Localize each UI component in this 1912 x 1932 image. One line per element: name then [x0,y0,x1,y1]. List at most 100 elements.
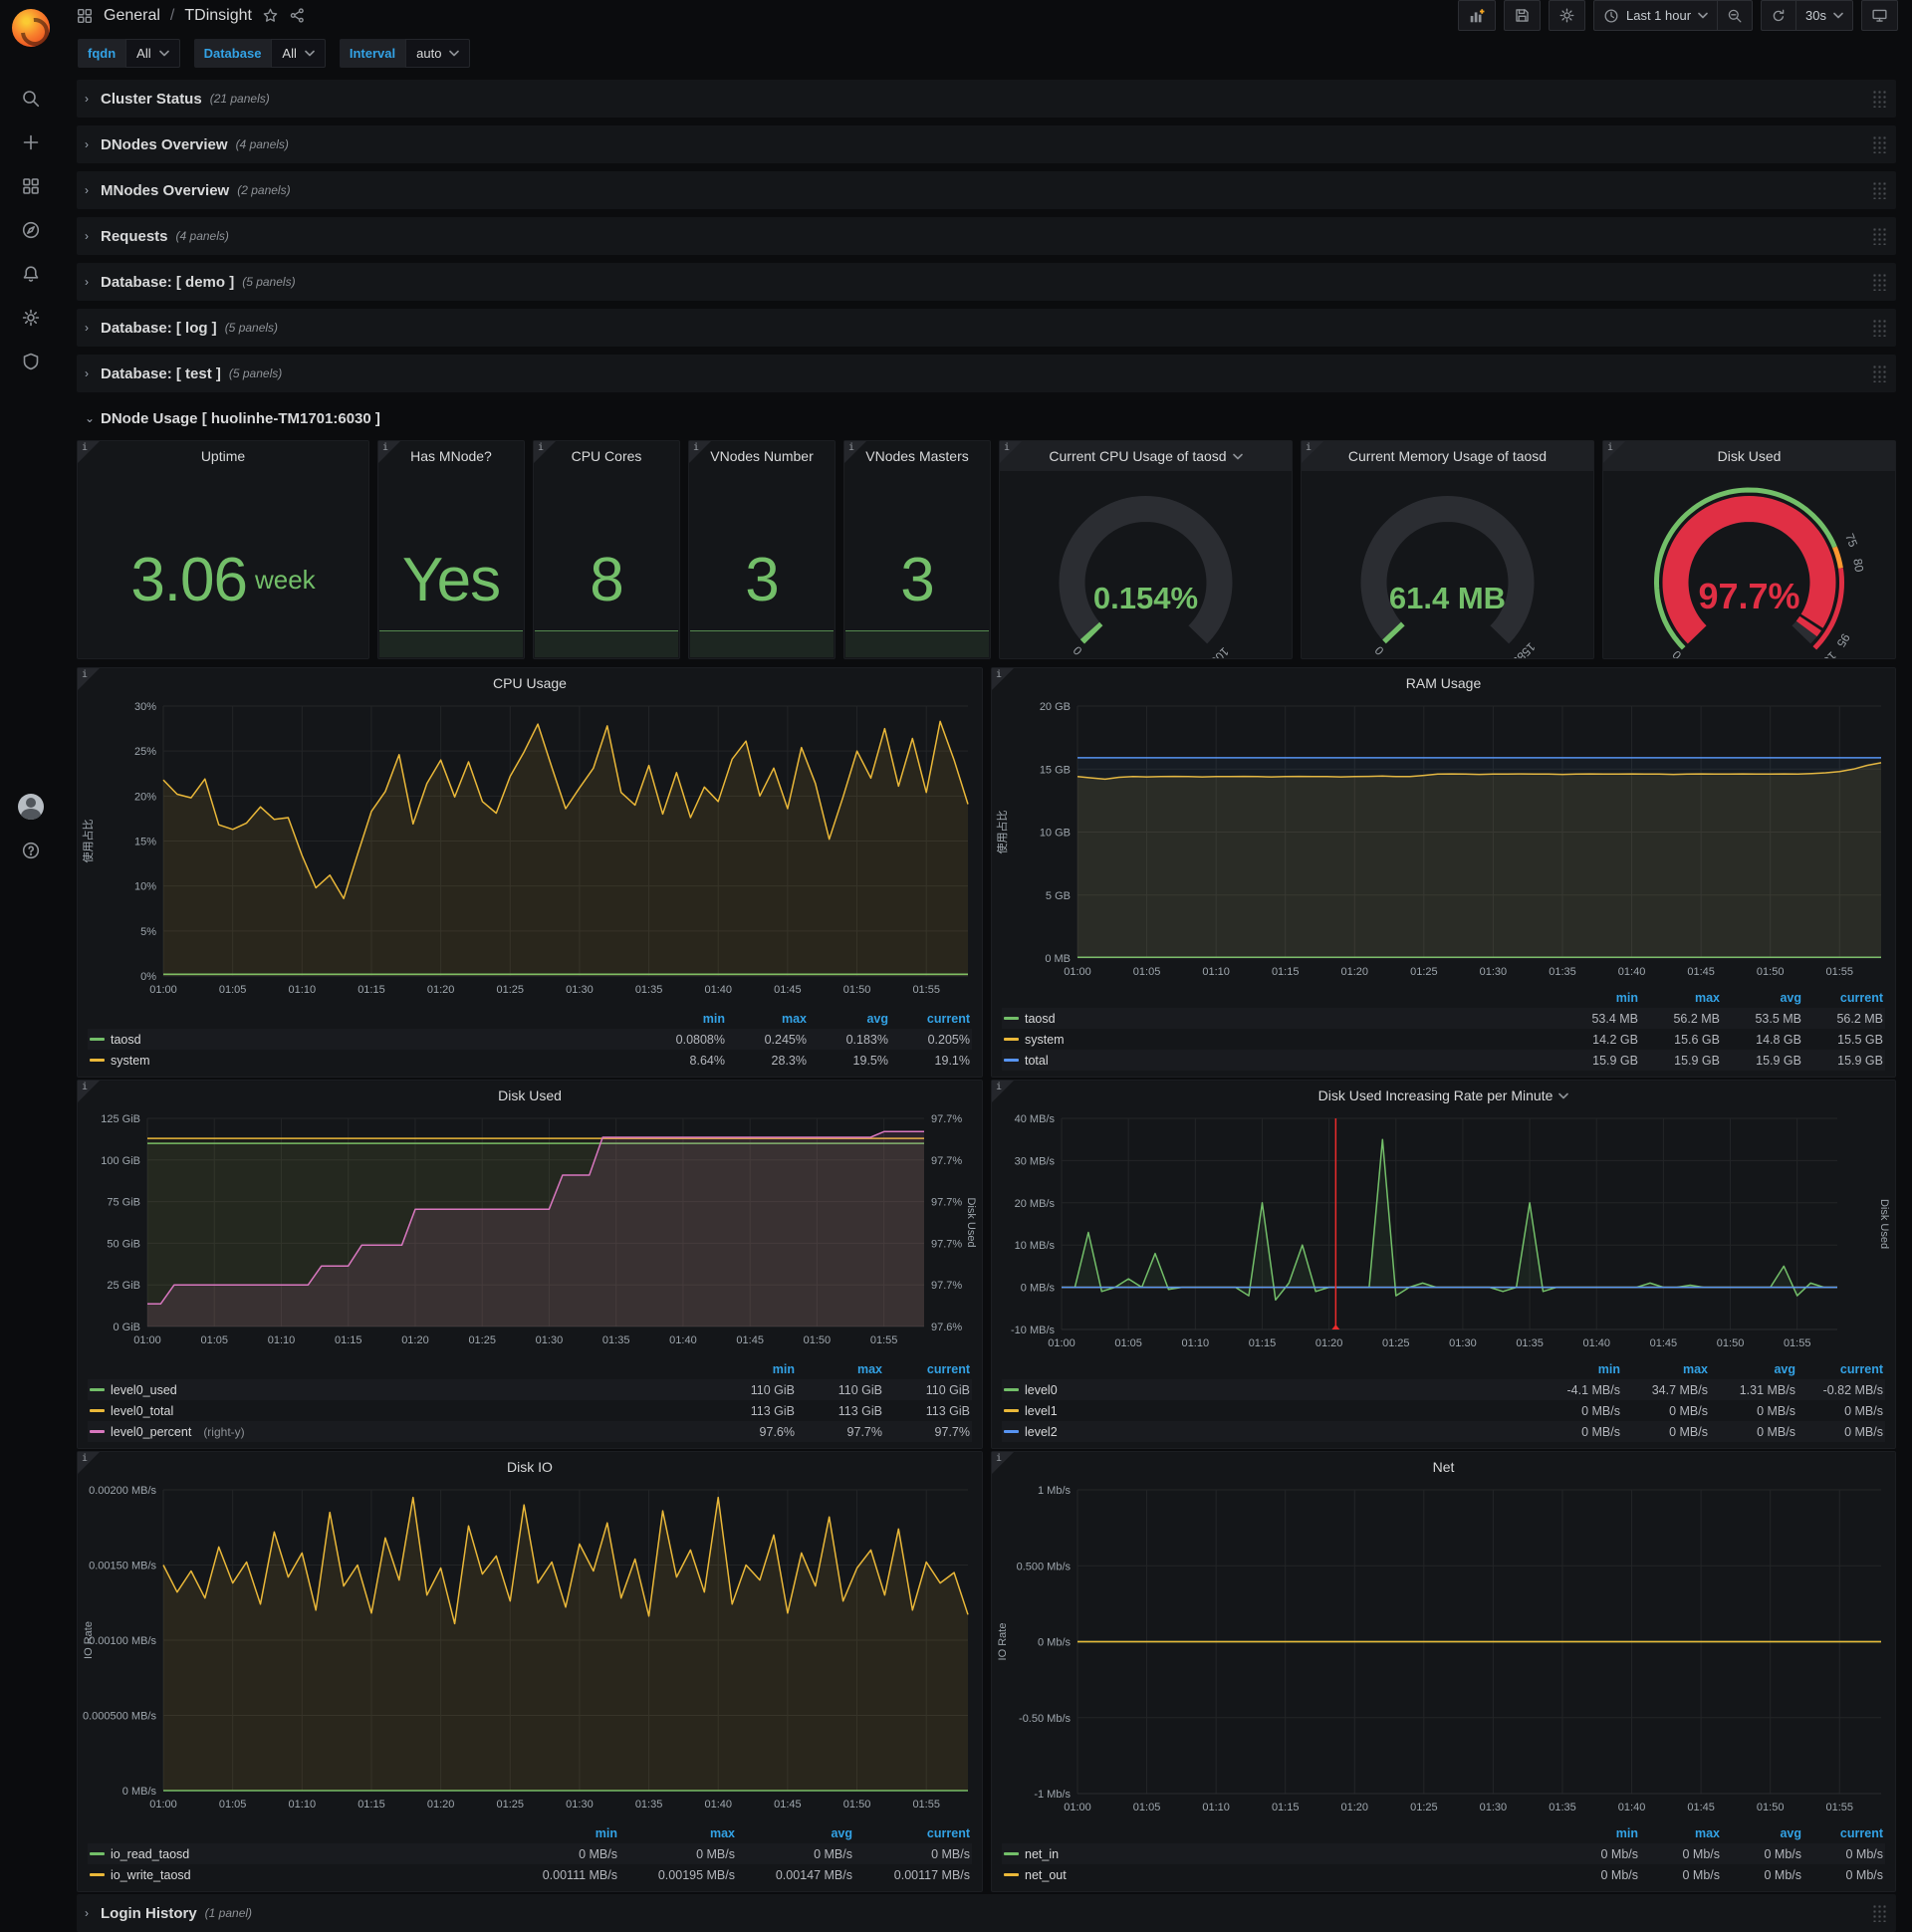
row-drag-handle[interactable] [1872,319,1886,337]
svg-text:01:25: 01:25 [1410,1802,1438,1813]
legend-series-toggle[interactable]: taosd [90,1033,643,1047]
time-range-picker[interactable]: Last 1 hour [1592,0,1718,31]
user-avatar[interactable] [0,785,62,829]
legend-value: 56.2 MB [1836,1011,1883,1026]
legend-series-toggle[interactable]: io_write_taosd [90,1868,500,1882]
configuration-gear-icon[interactable] [0,296,62,340]
row-drag-handle[interactable] [1872,135,1886,153]
row-panel-count: (5 panels) [224,321,279,335]
row-collapsed-5[interactable]: › Database: [ log ] (5 panels) [77,309,1896,347]
legend-series-toggle[interactable]: level0_used [90,1383,707,1397]
refresh-button[interactable] [1761,0,1796,31]
panel-title[interactable]: Disk IO [78,1452,982,1482]
chart-disk-rate: -10 MB/s 0 MB/s 10 MB/s 20 MB/s 30 MB/s 40 MB… [1011,1113,1890,1349]
panel-title[interactable]: VNodes Masters [844,441,990,471]
legend-series-toggle[interactable]: system [1004,1033,1556,1047]
star-icon[interactable] [262,7,279,24]
legend-series-toggle[interactable]: io_read_taosd [90,1847,500,1861]
panel-title[interactable]: VNodes Number [689,441,835,471]
breadcrumb-section[interactable]: General [104,7,160,25]
panel-title[interactable]: Net [992,1452,1895,1482]
row-collapsed-bottom-0[interactable]: › Login History (1 panel) [77,1894,1896,1932]
legend-row: total 15.9 GB 15.9 GB 15.9 GB 15.9 GB [1002,1050,1885,1071]
row-drag-handle[interactable] [1872,273,1886,291]
refresh-interval-select[interactable]: 30s [1795,0,1853,31]
legend-series-toggle[interactable]: system [90,1054,643,1068]
panel-title[interactable]: CPU Usage [78,668,982,698]
row-drag-handle[interactable] [1872,181,1886,199]
legend-series-note: (right-y) [203,1424,245,1439]
row-dnode-usage[interactable]: ⌄ DNode Usage [ huolinhe-TM1701:6030 ] [77,400,1896,436]
panel-title[interactable]: Disk Used [1603,441,1895,471]
legend-col-current: current [1839,1361,1883,1376]
legend-series-name: level0_percent [111,1424,192,1439]
variable-fqdn-select[interactable]: All [125,39,180,68]
panel-title[interactable]: Current Memory Usage of taosd [1302,441,1593,471]
svg-text:0.500 Mb/s: 0.500 Mb/s [1017,1561,1072,1572]
legend-series-name: io_write_taosd [111,1867,191,1882]
row-drag-handle[interactable] [1872,90,1886,108]
variable-fqdn-label: fqdn [78,39,126,68]
row-collapsed-6[interactable]: › Database: [ test ] (5 panels) [77,355,1896,392]
legend-value: 15.9 GB [1592,1053,1638,1068]
svg-text:01:30: 01:30 [566,984,594,996]
panel-title[interactable]: Uptime [78,441,368,471]
cycle-view-mode-button[interactable] [1861,0,1898,31]
row-collapsed-3[interactable]: › Requests (4 panels) [77,217,1896,255]
chart-legend: min max current level0_used 110 GiB 110 GiB 11… [78,1356,982,1448]
legend-series-toggle[interactable]: total [1004,1054,1556,1068]
alerting-bell-icon[interactable] [0,252,62,296]
svg-text:01:30: 01:30 [566,1799,594,1811]
dashboards-icon[interactable] [0,164,62,208]
breadcrumb-divider: / [169,6,175,24]
row-panel-count: (5 panels) [228,366,283,380]
dashboard-settings-button[interactable] [1548,0,1585,31]
row-collapsed-4[interactable]: › Database: [ demo ] (5 panels) [77,263,1896,301]
legend-series-toggle[interactable]: net_in [1004,1847,1556,1861]
gauge-0: 0 100 0.154% [1059,495,1233,668]
row-collapsed-1[interactable]: › DNodes Overview (4 panels) [77,125,1896,163]
svg-text:01:20: 01:20 [427,984,455,996]
legend-series-toggle[interactable]: net_out [1004,1868,1556,1882]
legend-swatch [1004,1017,1019,1020]
explore-compass-icon[interactable] [0,208,62,252]
legend-series-toggle[interactable]: taosd [1004,1012,1556,1026]
stat-sparkline [845,630,989,657]
share-icon[interactable] [289,7,306,24]
save-dashboard-button[interactable] [1503,0,1541,31]
row-collapsed-0[interactable]: › Cluster Status (21 panels) [77,80,1896,118]
panel-title[interactable]: CPU Cores [534,441,679,471]
variable-interval-select[interactable]: auto [405,39,471,68]
legend-series-toggle[interactable]: level1 [1004,1404,1533,1418]
help-icon[interactable] [0,829,62,872]
variable-database-select[interactable]: All [271,39,326,68]
legend-col-min: min [772,1361,795,1376]
grafana-logo[interactable] [12,9,50,47]
row-drag-handle[interactable] [1872,227,1886,245]
svg-text:01:20: 01:20 [401,1334,429,1346]
admin-shield-icon[interactable] [0,340,62,383]
legend-series-toggle[interactable]: level0_percent (right-y) [90,1425,707,1439]
panel-title[interactable]: RAM Usage [992,668,1895,698]
legend-col-avg: avg [1780,990,1801,1005]
panel-title[interactable]: Has MNode? [378,441,524,471]
legend-series-toggle[interactable]: level2 [1004,1425,1533,1439]
row-drag-handle[interactable] [1872,1904,1886,1922]
search-icon[interactable] [0,77,62,121]
add-panel-button[interactable] [1457,0,1496,31]
create-plus-icon[interactable] [0,121,62,164]
panel-title[interactable]: Current CPU Usage of taosd [1000,441,1292,471]
row-collapsed-2[interactable]: › MNodes Overview (2 panels) [77,171,1896,209]
breadcrumb-page-title[interactable]: TDinsight [184,7,252,25]
stat-sparkline [690,630,834,657]
panel-title[interactable]: Disk Used Increasing Rate per Minute [992,1081,1895,1110]
panel-title[interactable]: Disk Used [78,1081,982,1110]
row-drag-handle[interactable] [1872,364,1886,382]
svg-text:-1 Mb/s: -1 Mb/s [1034,1789,1071,1801]
legend-series-toggle[interactable]: level0_total [90,1404,707,1418]
chevron-down-icon [1833,12,1843,19]
legend-series-toggle[interactable]: level0 [1004,1383,1533,1397]
zoom-out-time-button[interactable] [1717,0,1754,31]
svg-text:01:40: 01:40 [1618,1802,1646,1813]
svg-text:01:05: 01:05 [219,984,247,996]
